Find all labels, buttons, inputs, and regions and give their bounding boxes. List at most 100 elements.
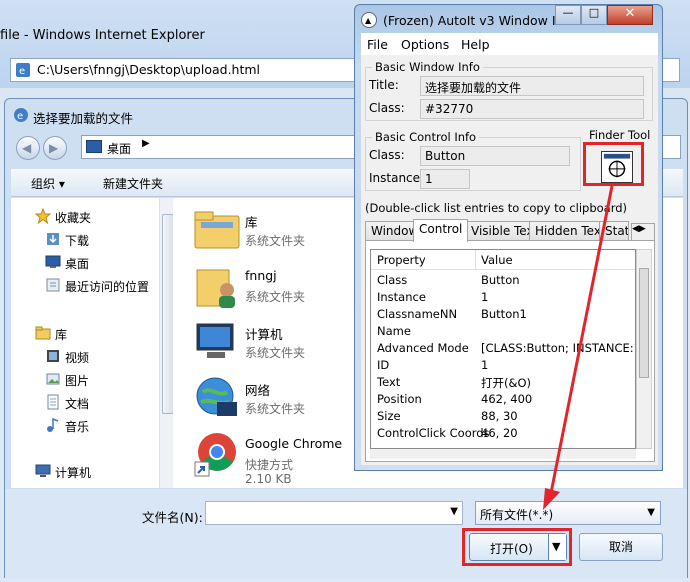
row-value: Button <box>481 273 520 287</box>
tab-control[interactable]: Control <box>413 219 469 242</box>
nav-item-videos[interactable]: 视频 <box>11 346 161 366</box>
tab-scroll-buttons[interactable]: ◀▶ <box>631 223 655 241</box>
filename-input[interactable]: ▼ <box>205 501 463 525</box>
table-row[interactable]: ID 1 <box>371 357 635 374</box>
nav-item-pictures[interactable]: 图片 <box>11 369 161 389</box>
menubar: File Options Help <box>361 33 658 55</box>
control-tab-panel: Property Value Class Button Instance 1 Cla… <box>365 240 655 462</box>
ie-window-title: file - Windows Internet Explorer <box>0 28 205 43</box>
back-button[interactable]: ◀ <box>16 136 40 160</box>
basic-window-group: Basic Window Info Title: 选择要加载的文件 Class:… <box>365 60 653 121</box>
maximize-button[interactable]: □ <box>581 5 607 25</box>
control-class-label: Class: <box>369 148 405 162</box>
table-row[interactable]: Instance 1 <box>371 289 635 306</box>
navigation-pane: 收藏夹 下载 桌面 最近访问的位置 库 视频 图片 文档 音乐 计算机 <box>11 198 175 488</box>
file-name: Google Chrome <box>245 436 343 451</box>
row-value: [CLASS:Button; INSTANCE:1] <box>481 341 636 355</box>
library-icon <box>35 326 51 340</box>
svg-text:e: e <box>17 111 23 122</box>
header-property[interactable]: Property <box>377 253 426 267</box>
desktop-icon <box>86 140 102 153</box>
table-row[interactable]: Text 打开(&O) <box>371 374 635 391</box>
nav-item-documents[interactable]: 文档 <box>11 392 161 412</box>
row-value: 462, 400 <box>481 392 533 406</box>
chevron-down-icon[interactable]: ▼ <box>450 506 458 517</box>
row-value: 88, 30 <box>481 409 518 423</box>
nav-label: 库 <box>55 328 68 342</box>
title-value: 选择要加载的文件 <box>425 81 522 95</box>
file-name: 计算机 <box>245 327 283 342</box>
close-button[interactable]: ✕ <box>607 5 653 25</box>
nav-label: 音乐 <box>65 420 90 434</box>
header-value[interactable]: Value <box>481 253 513 267</box>
arrow-left-icon: ◀ <box>22 141 32 155</box>
control-class-field[interactable]: Button <box>420 146 570 166</box>
file-type: 系统文件夹 <box>245 402 306 416</box>
row-key: Text <box>377 375 401 389</box>
cancel-button[interactable]: 取消 <box>579 533 663 561</box>
filetype-select[interactable]: 所有文件(*.*) ▼ <box>475 501 661 525</box>
file-type: 快捷方式 <box>245 458 294 472</box>
document-icon <box>47 394 59 410</box>
group-title: Basic Control Info <box>372 130 480 144</box>
control-class-value: Button <box>425 149 466 163</box>
autoit-window: ▲ (Frozen) AutoIt v3 Window I... — □ ✕ F… <box>354 4 663 471</box>
table-row[interactable]: Advanced Mode [CLASS:Button; INSTANCE:1] <box>371 340 636 357</box>
file-name: fnngj <box>245 268 277 283</box>
minimize-button[interactable]: — <box>555 5 581 25</box>
new-folder-button[interactable]: 新建文件夹 <box>103 175 163 192</box>
nav-label: 文档 <box>65 397 90 411</box>
nav-label: 收藏夹 <box>55 211 92 225</box>
finder-tool-label: Finder Tool <box>589 128 651 142</box>
table-row[interactable]: ControlClick Coords 46, 20 <box>371 425 635 442</box>
nav-item-music[interactable]: 音乐 <box>11 415 161 435</box>
tab-status[interactable]: Stat <box>599 221 629 241</box>
nav-item-desktop[interactable]: 桌面 <box>11 252 161 272</box>
table-row[interactable]: Class Button <box>371 272 635 289</box>
organize-button[interactable]: 组织 ▾ <box>31 175 65 192</box>
nav-item-libraries[interactable]: 库 <box>11 323 161 343</box>
class-field[interactable]: #32770 <box>420 99 644 119</box>
autoit-icon: ▲ <box>361 12 377 28</box>
instance-value: 1 <box>425 172 433 186</box>
list-hscrollbar[interactable] <box>370 449 636 459</box>
menu-help[interactable]: Help <box>461 37 490 52</box>
file-type: 系统文件夹 <box>245 346 306 360</box>
file-type: 系统文件夹 <box>245 234 306 248</box>
title-field[interactable]: 选择要加载的文件 <box>420 76 644 96</box>
arrow-right-icon: ▶ <box>49 141 59 155</box>
nav-item-recent[interactable]: 最近访问的位置 <box>11 275 171 295</box>
list-scrollbar[interactable] <box>636 249 652 449</box>
property-list[interactable]: Property Value Class Button Instance 1 Cla… <box>370 249 636 449</box>
menu-options[interactable]: Options <box>401 37 449 52</box>
row-value: Button1 <box>481 307 527 321</box>
basic-control-group: Basic Control Info Class: Button Instanc… <box>365 130 581 191</box>
breadcrumb-item-desktop[interactable]: 桌面 <box>107 140 131 157</box>
instance-field[interactable]: 1 <box>420 169 470 189</box>
table-row[interactable]: ClassnameNN Button1 <box>371 306 635 323</box>
file-name: 网络 <box>245 383 271 398</box>
row-key: ClassnameNN <box>377 307 458 321</box>
file-size: 2.10 KB <box>245 472 292 486</box>
recent-icon <box>46 278 60 292</box>
menu-file[interactable]: File <box>367 37 388 52</box>
star-icon <box>35 208 51 224</box>
table-row[interactable]: Size 88, 30 <box>371 408 635 425</box>
row-key: Size <box>377 409 401 423</box>
forward-button[interactable]: ▶ <box>43 136 67 160</box>
table-row[interactable]: Position 462, 400 <box>371 391 635 408</box>
nav-item-computer[interactable]: 计算机 <box>11 461 161 481</box>
nav-item-downloads[interactable]: 下载 <box>11 229 161 249</box>
chevron-right-icon[interactable]: ▶ <box>142 138 150 149</box>
nav-item-favorites[interactable]: 收藏夹 <box>11 206 161 226</box>
row-key: Advanced Mode <box>377 341 469 355</box>
title-label: Title: <box>369 78 399 92</box>
list-header: Property Value <box>371 250 635 270</box>
header-divider[interactable] <box>475 250 476 270</box>
class-value: #32770 <box>425 102 474 116</box>
scrollbar-thumb[interactable] <box>639 268 649 378</box>
class-label: Class: <box>369 101 405 115</box>
ie-address-text: C:\Users\fnngj\Desktop\upload.html <box>37 62 261 77</box>
tab-strip: Window Control Visible Text Hidden Text … <box>365 219 657 242</box>
table-row[interactable]: Name <box>371 323 635 340</box>
